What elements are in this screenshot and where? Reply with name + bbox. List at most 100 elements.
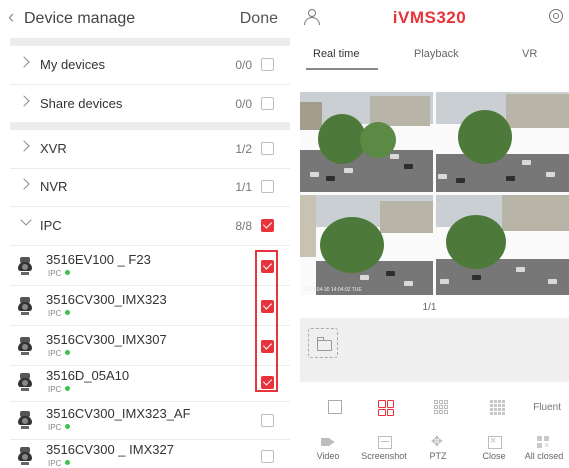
page-title: Device manage <box>24 10 136 27</box>
quad-view-icon[interactable] <box>378 400 394 416</box>
tab-real-time[interactable]: Real time <box>313 48 359 60</box>
video-icon <box>321 436 335 448</box>
close-icon <box>487 434 502 449</box>
camera-icon <box>18 373 32 393</box>
bottom-toolbar: Video Screenshot PTZ Close All closed <box>290 430 569 468</box>
group-label: My devices <box>40 57 106 72</box>
video-cell[interactable] <box>436 195 569 295</box>
group-checkbox[interactable] <box>261 58 274 71</box>
capture-strip <box>300 318 569 382</box>
device-checkbox[interactable] <box>261 450 274 463</box>
scan-icon[interactable] <box>549 9 563 25</box>
group-count: 0/0 <box>235 58 252 72</box>
page-indicator: 1/1 <box>422 302 437 313</box>
screenshot-button[interactable]: Screenshot <box>356 430 412 461</box>
type-label: IPC <box>40 218 62 233</box>
group-count: 0/0 <box>235 97 252 111</box>
type-row-xvr[interactable]: XVR 1/2 <box>10 130 290 169</box>
screenshot-icon <box>377 436 392 449</box>
group-checkbox[interactable] <box>261 97 274 110</box>
type-count: 1/1 <box>235 180 252 194</box>
done-button[interactable]: Done <box>240 9 278 29</box>
chevron-right-icon <box>18 56 30 68</box>
ptz-button[interactable]: PTZ <box>410 430 466 461</box>
device-name: 3516CV300_IMX323_AF <box>46 406 191 421</box>
chevron-right-icon <box>18 178 30 190</box>
close-button[interactable]: Close <box>466 430 522 461</box>
device-type: IPC <box>48 459 71 468</box>
folder-icon[interactable] <box>308 328 338 358</box>
app-title: iVMS320 <box>392 8 467 27</box>
device-type: IPC <box>48 309 71 318</box>
device-type: IPC <box>48 269 71 278</box>
device-row[interactable]: 3516CV300_IMX307 IPC <box>10 326 290 366</box>
camera-icon <box>18 257 32 277</box>
type-label: NVR <box>40 179 68 194</box>
chevron-right-icon <box>18 95 30 107</box>
type-row-ipc[interactable]: IPC 8/8 <box>10 207 290 246</box>
all-closed-button[interactable]: All closed <box>516 430 569 461</box>
online-status-dot <box>65 386 71 391</box>
type-count: 8/8 <box>235 219 252 233</box>
online-status-dot <box>65 350 71 355</box>
nine-view-icon[interactable] <box>434 400 448 414</box>
type-checkbox[interactable] <box>261 219 274 232</box>
online-status-dot <box>65 460 71 465</box>
group-row-share-devices[interactable]: Share devices 0/0 <box>10 85 290 124</box>
app-header: iVMS320 <box>290 0 569 38</box>
type-row-nvr[interactable]: NVR 1/1 <box>10 168 290 207</box>
video-grid: 2019-04-30 14:04:02 TUE <box>300 92 569 295</box>
device-row[interactable]: 3516D_05A10 IPC <box>10 362 290 402</box>
device-name: 3516CV300 _ IMX327 <box>46 442 174 457</box>
device-manage-header: ‹ Device manage Done <box>0 0 290 38</box>
single-view-icon[interactable] <box>328 400 342 414</box>
camera-icon <box>18 337 32 357</box>
section-divider <box>10 38 290 46</box>
section-divider <box>10 122 290 130</box>
device-row[interactable]: 3516EV100 _ F23 IPC <box>10 246 290 286</box>
ptz-icon <box>431 433 445 449</box>
device-type: IPC <box>48 349 71 358</box>
device-name: 3516EV100 _ F23 <box>46 252 151 267</box>
group-label: Share devices <box>40 96 123 111</box>
type-label: XVR <box>40 141 67 156</box>
all-closed-icon <box>537 436 551 450</box>
device-name: 3516D_05A10 <box>46 368 130 383</box>
chevron-down-icon <box>20 214 32 226</box>
camera-icon <box>18 411 32 431</box>
tool-label: PTZ <box>429 451 447 461</box>
device-row[interactable]: 3516CV300_IMX323 IPC <box>10 286 290 326</box>
tool-label: Screenshot <box>361 451 407 461</box>
sixteen-view-icon[interactable] <box>490 400 505 415</box>
device-row[interactable]: 3516CV300 _ IMX327 IPC <box>10 436 290 468</box>
device-checkbox[interactable] <box>261 414 274 427</box>
stream-quality-button[interactable]: Fluent <box>533 402 561 413</box>
video-cell[interactable] <box>436 92 569 192</box>
online-status-dot <box>65 310 71 315</box>
selection-highlight-box <box>255 250 278 392</box>
video-button[interactable]: Video <box>300 430 356 461</box>
live-view-panel: iVMS320 Real time Playback VR 2019-04-30… <box>290 0 569 468</box>
chevron-left-icon[interactable]: ‹ <box>8 8 14 28</box>
type-checkbox[interactable] <box>261 180 274 193</box>
online-status-dot <box>65 424 71 429</box>
device-name: 3516CV300_IMX323 <box>46 292 167 307</box>
device-type: IPC <box>48 385 71 394</box>
layout-selector: Fluent <box>290 396 569 422</box>
video-cell[interactable]: 2019-04-30 14:04:02 TUE <box>300 195 433 295</box>
tab-playback[interactable]: Playback <box>414 48 459 60</box>
device-name: 3516CV300_IMX307 <box>46 332 167 347</box>
group-row-my-devices[interactable]: My devices 0/0 <box>10 46 290 85</box>
device-manage-panel: ‹ Device manage Done My devices 0/0 Shar… <box>0 0 290 468</box>
camera-icon <box>18 447 32 467</box>
tab-vr[interactable]: VR <box>522 48 537 60</box>
active-tab-indicator <box>306 68 378 70</box>
type-checkbox[interactable] <box>261 142 274 155</box>
camera-icon <box>18 297 32 317</box>
video-cell[interactable] <box>300 92 433 192</box>
device-row[interactable]: 3516CV300_IMX323_AF IPC <box>10 400 290 440</box>
online-status-dot <box>65 270 71 275</box>
view-tabs: Real time Playback VR <box>290 40 569 72</box>
type-count: 1/2 <box>235 142 252 156</box>
device-type: IPC <box>48 423 71 432</box>
